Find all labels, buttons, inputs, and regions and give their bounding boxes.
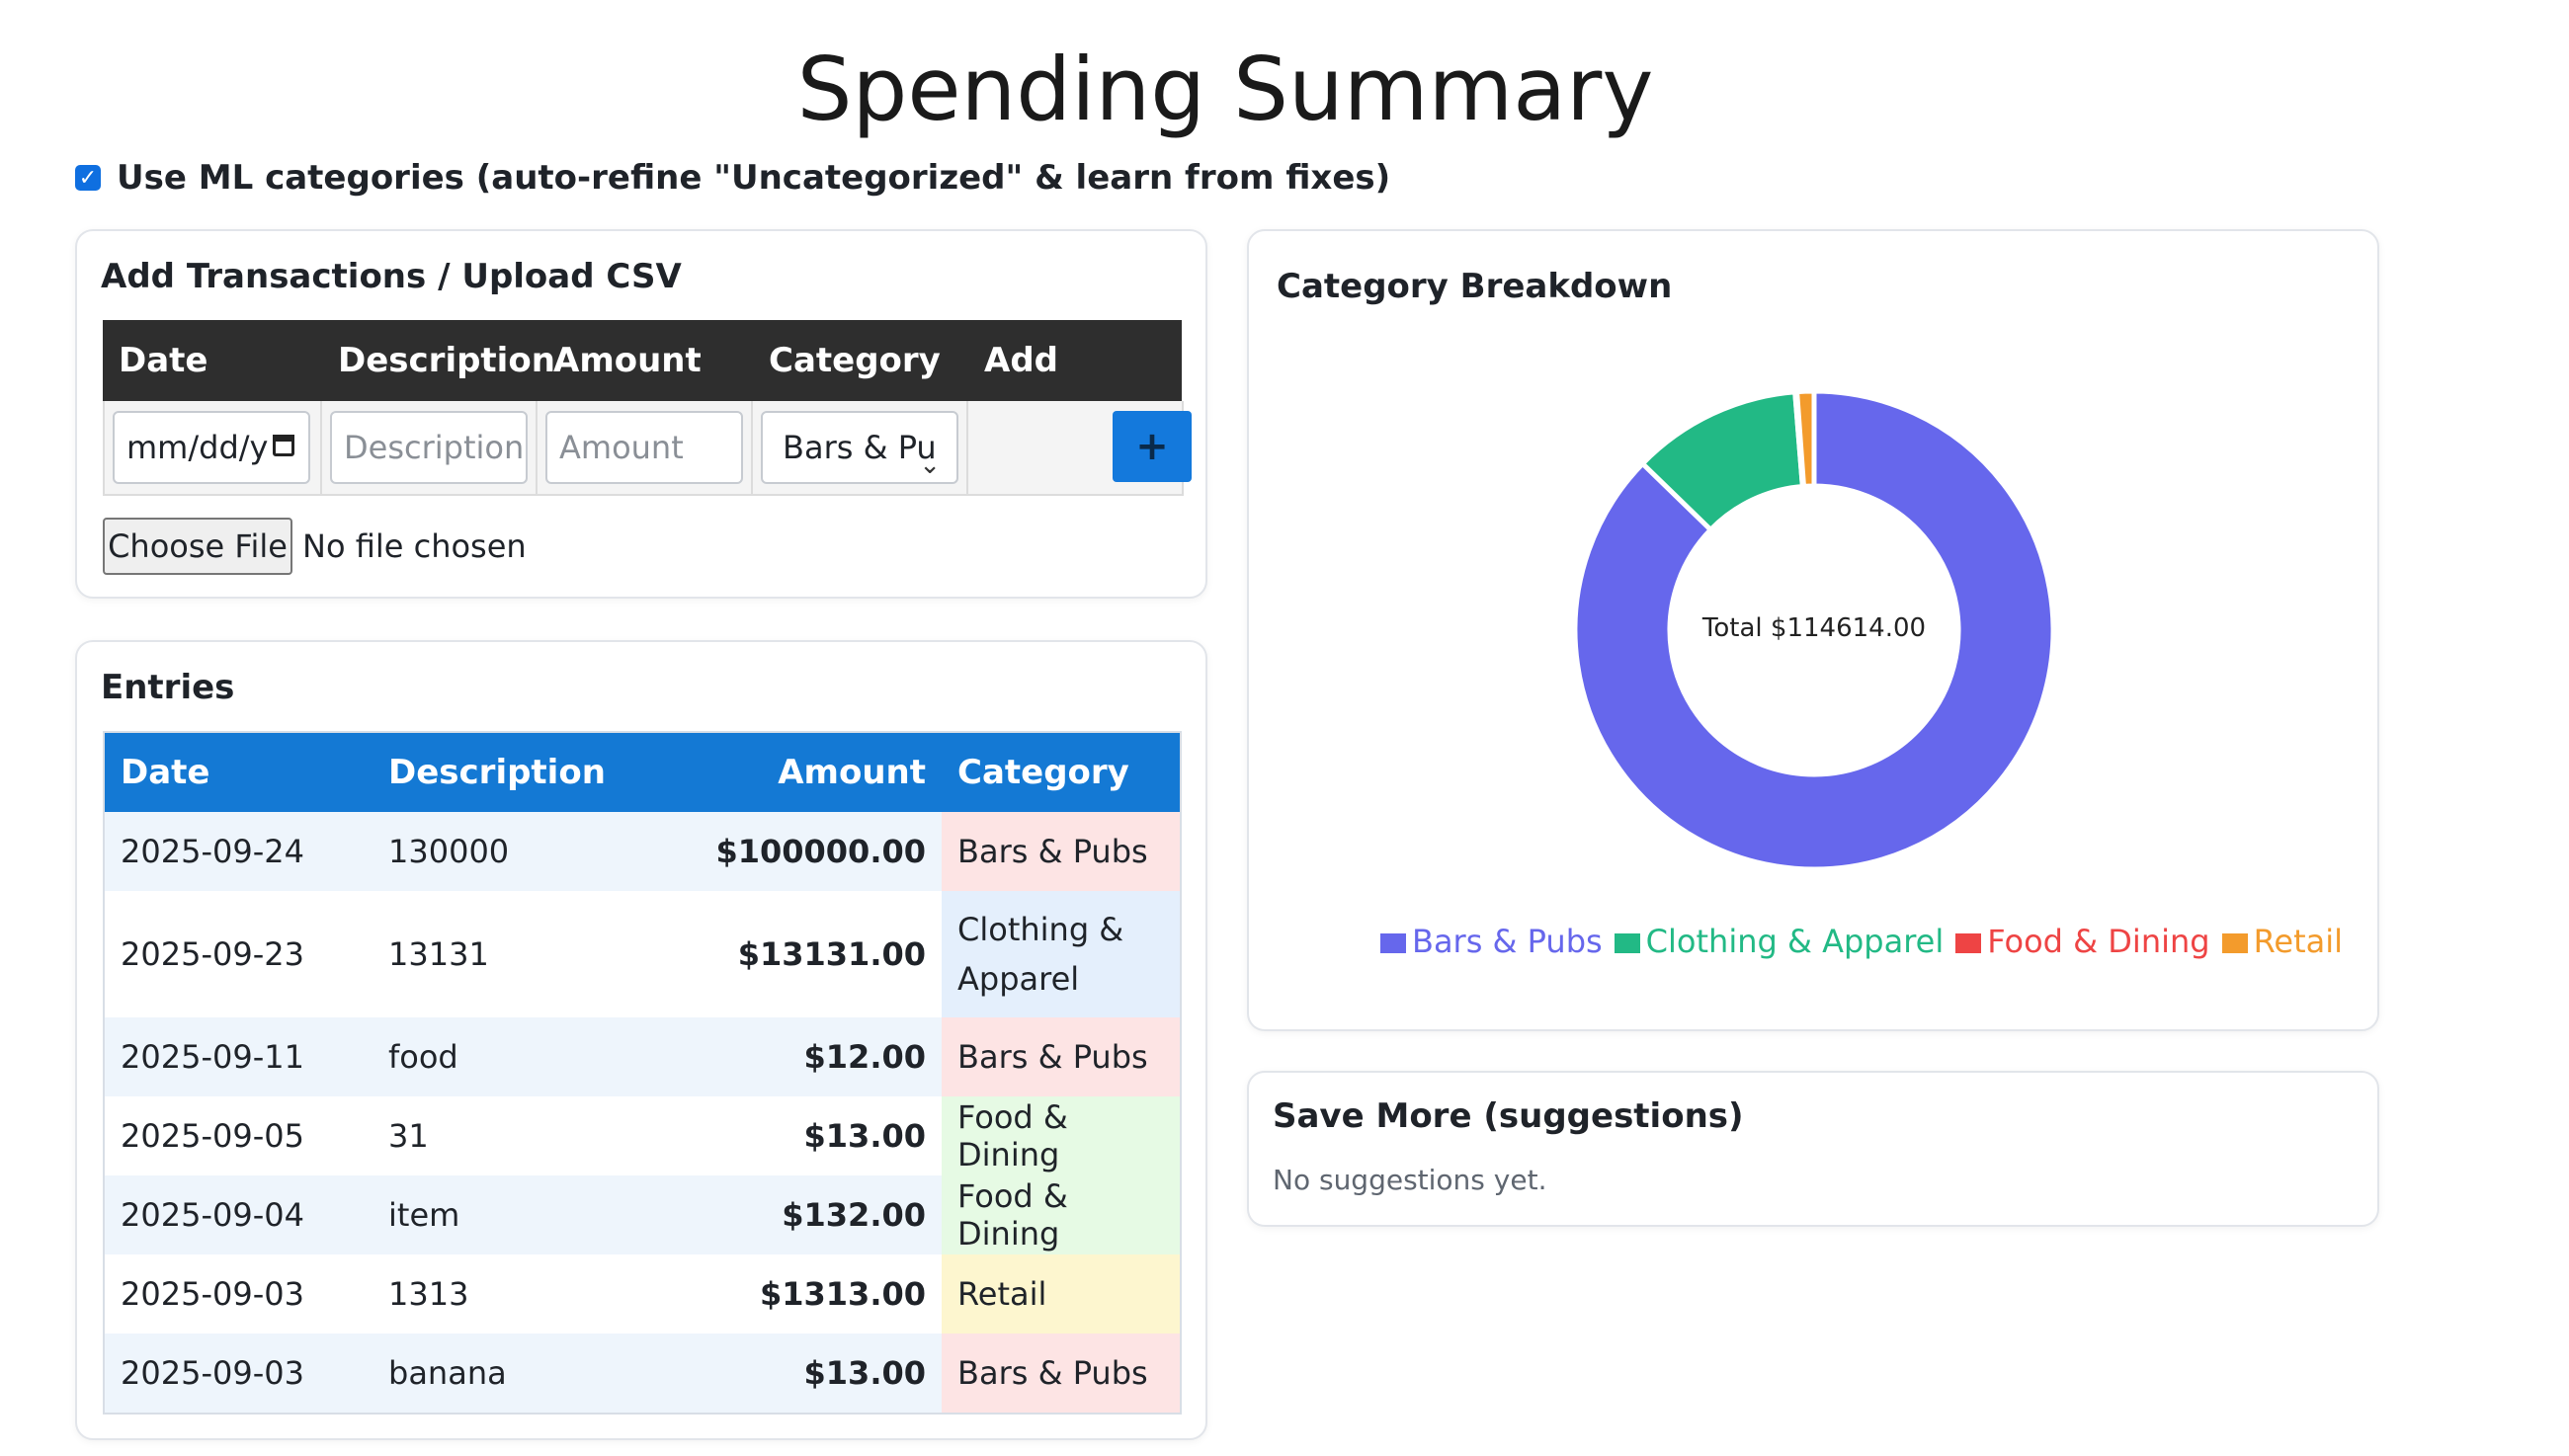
table-row[interactable]: 2025-09-04 item $132.00 Food & Dining bbox=[104, 1175, 1181, 1254]
entry-date: 2025-09-03 bbox=[104, 1254, 373, 1334]
entry-amount: $13131.00 bbox=[620, 891, 942, 1017]
entry-category[interactable]: Food & Dining bbox=[942, 1175, 1181, 1254]
column-header-amount[interactable]: Amount bbox=[620, 732, 942, 812]
entry-category[interactable]: Clothing & Apparel bbox=[942, 891, 1181, 1017]
entry-date: 2025-09-04 bbox=[104, 1175, 373, 1254]
legend-swatch bbox=[1379, 933, 1406, 953]
entry-amount: $100000.00 bbox=[620, 812, 942, 891]
entry-date: 2025-09-23 bbox=[104, 891, 373, 1017]
column-divider bbox=[536, 401, 538, 494]
column-divider bbox=[320, 401, 322, 494]
column-divider bbox=[751, 401, 753, 494]
add-header-category: Category bbox=[769, 341, 941, 380]
chevron-down-icon: ⌄ bbox=[919, 450, 941, 480]
date-input-value: mm/dd/y bbox=[126, 429, 269, 466]
entries-header-row: Date Description Amount Category bbox=[104, 732, 1181, 812]
suggestions-card: Save More (suggestions) No suggestions y… bbox=[1247, 1071, 2379, 1227]
category-select[interactable]: Bars & Pu ⌄ bbox=[761, 411, 958, 484]
legend-label: Food & Dining bbox=[1987, 923, 2210, 960]
entry-amount: $1313.00 bbox=[620, 1254, 942, 1334]
chart-legend: Bars & Pubs Clothing & Apparel Food & Dini… bbox=[1348, 923, 2375, 960]
legend-swatch bbox=[1955, 933, 1982, 953]
entries-table: Date Description Amount Category 2025-09… bbox=[103, 731, 1182, 1415]
column-header-description[interactable]: Description bbox=[373, 732, 620, 812]
legend-item[interactable]: Clothing & Apparel bbox=[1614, 923, 1945, 960]
entry-description: banana bbox=[373, 1334, 620, 1414]
legend-swatch bbox=[2221, 933, 2248, 953]
add-header-description: Description bbox=[338, 341, 555, 380]
entry-category[interactable]: Food & Dining bbox=[942, 1096, 1181, 1175]
file-status-label: No file chosen bbox=[302, 527, 527, 565]
column-divider bbox=[966, 401, 968, 494]
add-transactions-card: Add Transactions / Upload CSV Date Descr… bbox=[75, 229, 1207, 599]
add-transactions-title: Add Transactions / Upload CSV bbox=[101, 257, 682, 296]
table-row[interactable]: 2025-09-24 130000 $100000.00 Bars & Pubs bbox=[104, 812, 1181, 891]
description-input[interactable] bbox=[330, 411, 528, 484]
entry-category[interactable]: Bars & Pubs bbox=[942, 1334, 1181, 1414]
entry-date: 2025-09-05 bbox=[104, 1096, 373, 1175]
entries-body: 2025-09-24 130000 $100000.00 Bars & Pubs… bbox=[104, 812, 1181, 1414]
suggestions-title: Save More (suggestions) bbox=[1273, 1096, 1744, 1136]
entries-title: Entries bbox=[101, 668, 235, 707]
entry-description: 130000 bbox=[373, 812, 620, 891]
legend-item[interactable]: Bars & Pubs bbox=[1379, 923, 1603, 960]
entry-description: food bbox=[373, 1017, 620, 1096]
ml-categories-checkbox[interactable]: ✓ bbox=[75, 165, 101, 191]
table-row[interactable]: 2025-09-23 13131 $13131.00 Clothing & Ap… bbox=[104, 891, 1181, 1017]
add-header-amount: Amount bbox=[553, 341, 702, 380]
add-transaction-button[interactable]: + bbox=[1113, 411, 1192, 482]
legend-swatch bbox=[1614, 933, 1640, 953]
entry-description: item bbox=[373, 1175, 620, 1254]
category-select-value: Bars & Pu bbox=[783, 429, 937, 466]
table-row[interactable]: 2025-09-11 food $12.00 Bars & Pubs bbox=[104, 1017, 1181, 1096]
page-title: Spending Summary bbox=[796, 39, 1654, 140]
add-header-date: Date bbox=[119, 341, 208, 380]
category-breakdown-card: Category Breakdown Total $114614.00 Bars… bbox=[1247, 229, 2379, 1031]
ml-categories-label: Use ML categories (auto-refine "Uncatego… bbox=[117, 158, 1391, 198]
add-input-row: mm/dd/y Bars & Pu ⌄ + bbox=[103, 401, 1192, 496]
table-row[interactable]: 2025-09-05 31 $13.00 Food & Dining bbox=[104, 1096, 1181, 1175]
entry-amount: $13.00 bbox=[620, 1334, 942, 1414]
page: Spending Summary ✓ Use ML categories (au… bbox=[0, 0, 2569, 1456]
add-header-add: Add bbox=[984, 341, 1058, 380]
entry-description: 1313 bbox=[373, 1254, 620, 1334]
legend-item[interactable]: Food & Dining bbox=[1955, 923, 2210, 960]
entry-date: 2025-09-24 bbox=[104, 812, 373, 891]
calendar-icon[interactable] bbox=[273, 435, 294, 456]
column-header-date[interactable]: Date bbox=[104, 732, 373, 812]
legend-label: Bars & Pubs bbox=[1411, 923, 1603, 960]
entry-category[interactable]: Bars & Pubs bbox=[942, 1017, 1181, 1096]
entry-category[interactable]: Bars & Pubs bbox=[942, 812, 1181, 891]
ml-toggle-row[interactable]: ✓ Use ML categories (auto-refine "Uncate… bbox=[75, 158, 1390, 198]
entry-amount: $132.00 bbox=[620, 1175, 942, 1254]
legend-label: Retail bbox=[2253, 923, 2343, 960]
date-input[interactable]: mm/dd/y bbox=[113, 411, 310, 484]
choose-file-button[interactable]: Choose File bbox=[103, 518, 292, 575]
column-header-category[interactable]: Category bbox=[942, 732, 1181, 812]
entry-amount: $13.00 bbox=[620, 1096, 942, 1175]
entry-date: 2025-09-11 bbox=[104, 1017, 373, 1096]
legend-item[interactable]: Retail bbox=[2221, 923, 2343, 960]
entry-date: 2025-09-03 bbox=[104, 1334, 373, 1414]
entry-description: 13131 bbox=[373, 891, 620, 1017]
table-row[interactable]: 2025-09-03 banana $13.00 Bars & Pubs bbox=[104, 1334, 1181, 1414]
suggestions-empty-text: No suggestions yet. bbox=[1273, 1164, 1547, 1196]
entry-description: 31 bbox=[373, 1096, 620, 1175]
entry-category[interactable]: Retail bbox=[942, 1254, 1181, 1334]
legend-label: Clothing & Apparel bbox=[1645, 923, 1945, 960]
donut-center-label: Total $114614.00 bbox=[1701, 613, 1926, 643]
add-table-header: Date Description Amount Category Add bbox=[103, 320, 1182, 401]
entries-card: Entries Date Description Amount Category… bbox=[75, 640, 1207, 1440]
table-row[interactable]: 2025-09-03 1313 $1313.00 Retail bbox=[104, 1254, 1181, 1334]
amount-input[interactable] bbox=[545, 411, 743, 484]
entry-amount: $12.00 bbox=[620, 1017, 942, 1096]
donut-chart: Total $114614.00 bbox=[1572, 388, 2056, 872]
